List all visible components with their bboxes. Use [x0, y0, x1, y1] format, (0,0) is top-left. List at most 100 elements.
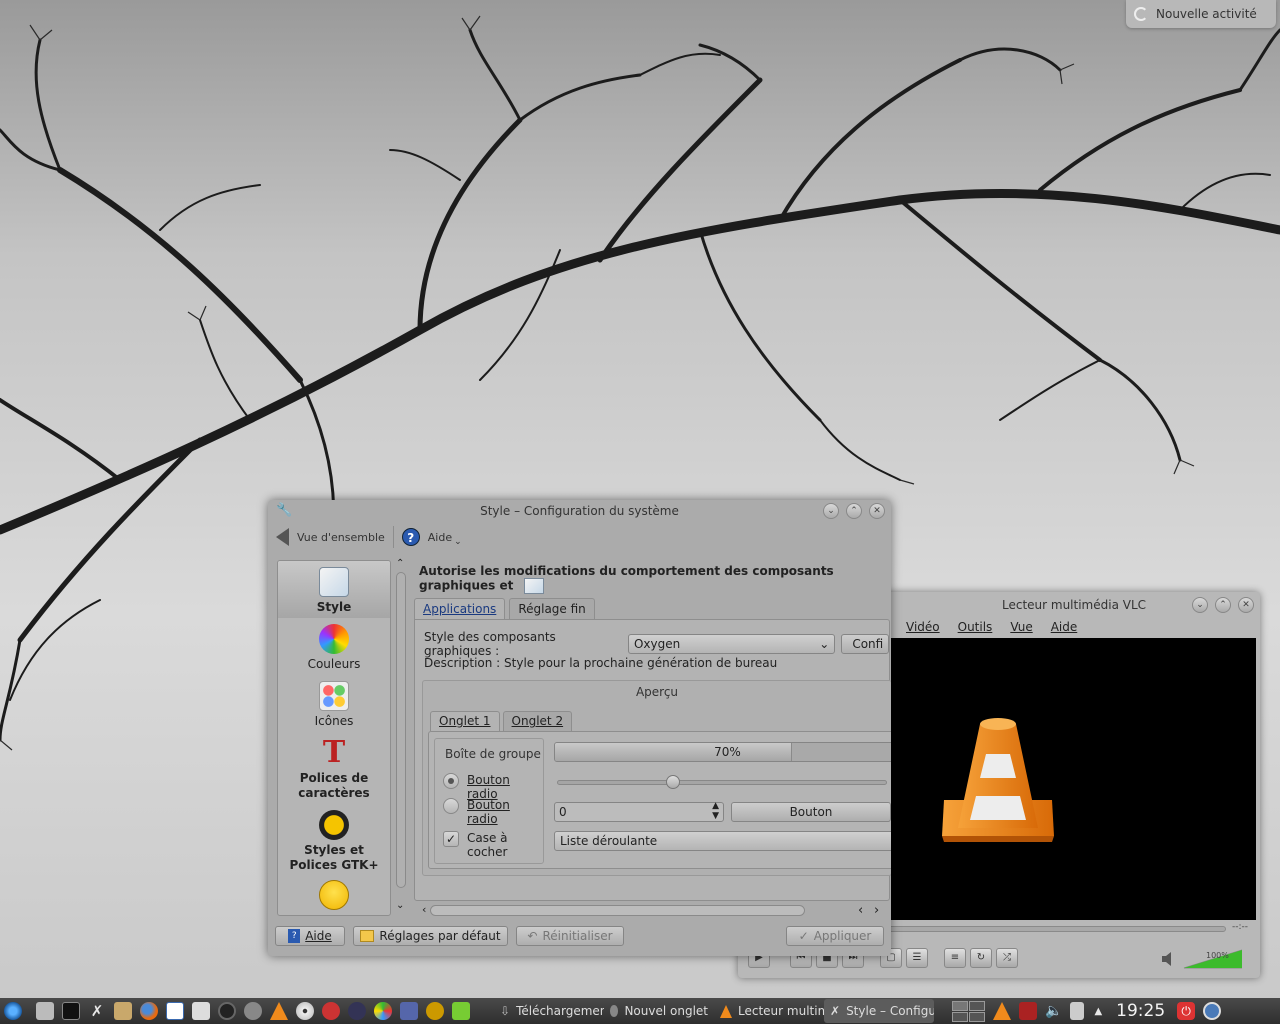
extended-settings-button[interactable]: ☰ — [906, 948, 928, 968]
system-settings-window[interactable]: 🔧 Style – Configuration du système ⌄ ⌃ ✕… — [268, 500, 891, 956]
task-settings[interactable]: ✗ Style – Configu — [824, 999, 934, 1023]
vlc-title: Lecteur multimédia VLC — [1001, 598, 1147, 612]
scroll-up-icon[interactable]: ⌃ — [396, 558, 404, 569]
settings-content: Autorise les modifications du comporteme… — [412, 560, 891, 912]
tab-fine-tuning[interactable]: Réglage fin — [509, 598, 595, 620]
radio-button-1[interactable] — [443, 773, 459, 789]
slider[interactable] — [557, 775, 887, 789]
help-button[interactable]: ? Aide — [275, 926, 345, 946]
minimize-button[interactable]: ⌄ — [823, 503, 839, 519]
maximize-button[interactable]: ⌃ — [846, 503, 862, 519]
maximize-button[interactable]: ⌃ — [1215, 597, 1231, 613]
disc-burner-icon[interactable] — [296, 1002, 314, 1020]
volume-icon[interactable]: 🔈 — [1045, 1003, 1062, 1019]
menu-view[interactable]: Vue — [1010, 620, 1032, 638]
style-icon — [523, 578, 544, 594]
close-button[interactable]: ✕ — [869, 503, 885, 519]
sidebar-item-label: Icônes — [314, 714, 354, 728]
volume-control[interactable]: 100% — [1162, 948, 1243, 970]
playlist-button[interactable]: ≡ — [944, 948, 966, 968]
shuffle-button[interactable]: ⤮ — [996, 948, 1018, 968]
loop-button[interactable]: ↻ — [970, 948, 992, 968]
minimize-button[interactable]: ⌄ — [1192, 597, 1208, 613]
tray-expand-icon[interactable]: ▲ — [1094, 1006, 1102, 1017]
audio-player-icon[interactable] — [348, 1002, 366, 1020]
pager[interactable] — [952, 1000, 985, 1022]
logout-icon[interactable]: ⏻ — [1177, 1002, 1196, 1020]
overview-button[interactable]: Vue d'ensemble — [297, 531, 385, 544]
configure-button[interactable]: Confi — [841, 634, 889, 654]
application-launcher-icon[interactable] — [4, 1002, 22, 1020]
sidebar-item-icons[interactable]: Icônes — [278, 675, 390, 732]
close-button[interactable]: ✕ — [1238, 597, 1254, 613]
help-icon[interactable]: ? — [401, 528, 420, 546]
back-arrow-icon[interactable] — [276, 528, 289, 546]
seek-bar[interactable] — [888, 926, 1226, 932]
preview-tab-panel: Boîte de groupe Bouton radio Bouton radi… — [428, 731, 891, 869]
sidebar-item-gtk[interactable]: Styles et Polices GTK+ — [278, 804, 390, 876]
sidebar-item-style[interactable]: Style — [278, 561, 390, 618]
chevron-down-icon[interactable]: ⌄ — [454, 537, 462, 547]
network-icon[interactable] — [1070, 1002, 1085, 1020]
activity-spinner-icon — [1134, 7, 1148, 21]
sidebar-item-fonts[interactable]: T Polices de caractères — [278, 732, 390, 804]
task-downloads[interactable]: ⇩ Téléchargemen — [494, 999, 604, 1023]
settings-title: Style – Configuration du système — [480, 504, 679, 518]
gimp-icon[interactable] — [244, 1002, 262, 1020]
vlc-launcher-icon[interactable] — [270, 1002, 288, 1020]
reset-button[interactable]: ↶ Réinitialiser — [516, 926, 624, 946]
vlc-tray-icon[interactable] — [993, 1002, 1011, 1020]
webcam-icon[interactable] — [218, 1002, 236, 1020]
checkbox-label[interactable]: Case à cocher — [467, 831, 543, 859]
video-area[interactable] — [888, 638, 1256, 920]
menu-video[interactable]: Vidéo — [906, 620, 940, 638]
pdf-reader-icon[interactable] — [322, 1002, 340, 1020]
spin-arrows-icon[interactable]: ▲ ▼ — [712, 801, 719, 821]
task-vlc[interactable]: Lecteur multim — [714, 999, 824, 1023]
text-editor-icon[interactable] — [166, 1002, 184, 1020]
slider-handle[interactable] — [666, 775, 681, 789]
scroll-left-icon[interactable]: ‹ — [422, 903, 426, 916]
radio-button-2[interactable] — [443, 798, 459, 814]
clock[interactable]: 19:25 — [1116, 1001, 1165, 1021]
preview-dropdown[interactable]: Liste déroulante — [554, 831, 891, 851]
widget-style-select[interactable]: Oxygen ⌄ — [627, 634, 836, 654]
group-box: Boîte de groupe Bouton radio Bouton radi… — [434, 738, 544, 864]
sidebar-item-emoticons[interactable] — [278, 876, 390, 915]
spin-box[interactable]: 0 ▲ ▼ — [554, 801, 724, 822]
tab-onglet-2[interactable]: Onglet 2 — [502, 711, 573, 731]
defaults-icon — [360, 930, 375, 942]
content-horizontal-scrollbar[interactable]: ‹ ‹ › — [422, 903, 888, 919]
scroll-right-icon[interactable]: › — [874, 903, 879, 918]
tab-applications[interactable]: Applications — [414, 598, 506, 620]
sidebar-scrollbar[interactable]: ⌃ ⌄ — [395, 558, 407, 912]
preview-button[interactable]: Bouton — [731, 802, 891, 822]
radio-label-2[interactable]: Bouton radio — [467, 798, 543, 826]
network-monitor-icon[interactable] — [1019, 1002, 1037, 1020]
apply-button[interactable]: ✓ Appliquer — [786, 926, 884, 946]
help-menu-button[interactable]: Aide — [428, 531, 452, 544]
terminal-icon[interactable] — [62, 1002, 80, 1020]
file-manager-icon[interactable] — [36, 1002, 54, 1020]
task-new-tab[interactable]: Nouvel onglet — [604, 999, 714, 1023]
settings-titlebar[interactable]: 🔧 Style – Configuration du système ⌄ ⌃ ✕ — [268, 500, 891, 522]
gnome-icon[interactable] — [374, 1002, 392, 1020]
menu-help[interactable]: Aide — [1051, 620, 1078, 638]
defaults-button[interactable]: Réglages par défaut — [353, 926, 508, 946]
radio-label-1[interactable]: Bouton radio — [467, 773, 543, 801]
tab-onglet-1[interactable]: Onglet 1 — [430, 711, 500, 731]
menu-tools[interactable]: Outils — [958, 620, 993, 638]
scroll-down-icon[interactable]: ⌄ — [396, 900, 404, 911]
dictionary-icon[interactable] — [114, 1002, 132, 1020]
sidebar-item-colors[interactable]: Couleurs — [278, 618, 390, 675]
panel-toolbox-icon[interactable] — [1203, 1002, 1222, 1020]
image-viewer-icon[interactable] — [400, 1002, 418, 1020]
system-settings-icon[interactable]: ✗ — [88, 1002, 106, 1020]
calculator-icon[interactable] — [192, 1002, 210, 1020]
scroll-left-icon[interactable]: ‹ — [858, 903, 863, 918]
notes-icon[interactable] — [452, 1002, 470, 1020]
checkbox[interactable]: ✓ — [443, 831, 459, 847]
new-activity-button[interactable]: Nouvelle activité — [1126, 0, 1276, 28]
firefox-icon[interactable] — [140, 1002, 158, 1020]
kstars-icon[interactable] — [426, 1002, 444, 1020]
